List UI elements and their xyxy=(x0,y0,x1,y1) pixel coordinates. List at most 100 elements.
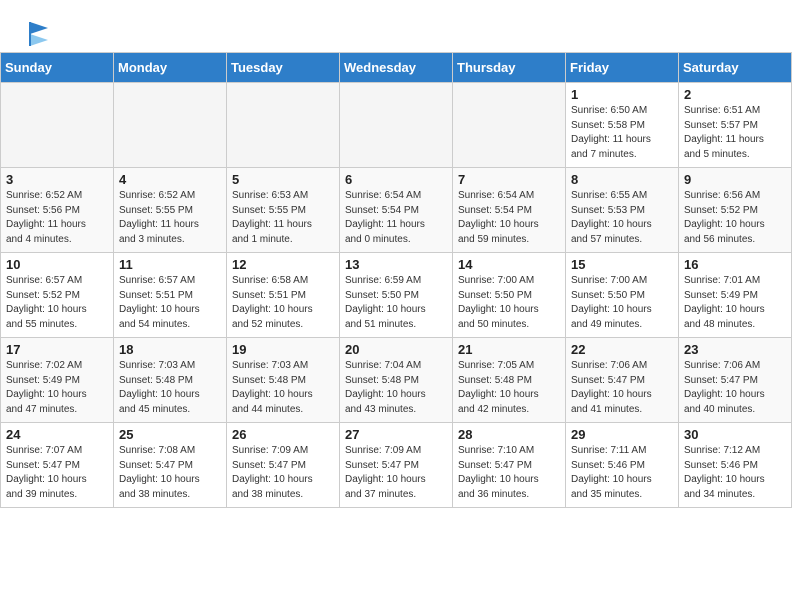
calendar-cell: 18Sunrise: 7:03 AM Sunset: 5:48 PM Dayli… xyxy=(114,338,227,423)
day-info: Sunrise: 7:11 AM Sunset: 5:46 PM Dayligh… xyxy=(571,444,673,502)
weekday-header-thursday: Thursday xyxy=(453,53,566,83)
day-number: 17 xyxy=(6,342,108,357)
calendar-cell: 12 Sunrise: 6:58 AM Sunset: 5:51 PM Dayli… xyxy=(227,253,340,338)
day-info: Sunrise: 7:09 AM Sunset: 5:47 PM Dayligh… xyxy=(232,444,334,502)
day-info: Sunrise: 6:58 AM Sunset: 5:51 PM Dayligh… xyxy=(232,274,334,332)
weekday-header-tuesday: Tuesday xyxy=(227,53,340,83)
day-number: 9 xyxy=(684,172,786,187)
calendar-cell: 27Sunrise: 7:09 AM Sunset: 5:47 PM Dayli… xyxy=(340,423,453,508)
calendar-cell: 8Sunrise: 6:55 AM Sunset: 5:53 PM Daylig… xyxy=(566,168,679,253)
day-number: 22 xyxy=(571,342,673,357)
day-info: Sunrise: 7:08 AM Sunset: 5:47 PM Dayligh… xyxy=(119,444,221,502)
weekday-header-monday: Monday xyxy=(114,53,227,83)
calendar-header: SundayMondayTuesdayWednesdayThursdayFrid… xyxy=(1,53,792,83)
day-number: 6 xyxy=(345,172,447,187)
calendar-cell xyxy=(227,83,340,168)
calendar-week-0: 1 Sunrise: 6:50 AM Sunset: 5:58 PM Daylig… xyxy=(1,83,792,168)
day-number: 30 xyxy=(684,427,786,442)
day-number: 14 xyxy=(458,257,560,272)
calendar-cell xyxy=(1,83,114,168)
calendar-cell: 4 Sunrise: 6:52 AM Sunset: 5:55 PM Daylig… xyxy=(114,168,227,253)
calendar-cell: 13 Sunrise: 6:59 AM Sunset: 5:50 PM Dayli… xyxy=(340,253,453,338)
day-info: Sunrise: 6:59 AM Sunset: 5:50 PM Dayligh… xyxy=(345,274,447,332)
calendar-week-3: 17 Sunrise: 7:02 AM Sunset: 5:49 PM Dayli… xyxy=(1,338,792,423)
day-number: 12 xyxy=(232,257,334,272)
day-number: 24 xyxy=(6,427,108,442)
day-info: Sunrise: 7:05 AM Sunset: 5:48 PM Dayligh… xyxy=(458,359,560,417)
calendar-cell: 16 Sunrise: 7:01 AM Sunset: 5:49 PM Dayli… xyxy=(679,253,792,338)
day-info: Sunrise: 7:01 AM Sunset: 5:49 PM Dayligh… xyxy=(684,274,786,332)
calendar-cell xyxy=(114,83,227,168)
day-number: 16 xyxy=(684,257,786,272)
day-number: 18 xyxy=(119,342,221,357)
day-info: Sunrise: 7:12 AM Sunset: 5:46 PM Dayligh… xyxy=(684,444,786,502)
calendar-cell: 7 Sunrise: 6:54 AM Sunset: 5:54 PM Daylig… xyxy=(453,168,566,253)
calendar-cell: 15 Sunrise: 7:00 AM Sunset: 5:50 PM Dayli… xyxy=(566,253,679,338)
calendar-cell: 21 Sunrise: 7:05 AM Sunset: 5:48 PM Dayli… xyxy=(453,338,566,423)
header xyxy=(0,0,792,52)
logo-flag-icon xyxy=(26,18,54,46)
calendar-cell: 5 Sunrise: 6:53 AM Sunset: 5:55 PM Daylig… xyxy=(227,168,340,253)
calendar-cell: 2Sunrise: 6:51 AM Sunset: 5:57 PM Daylig… xyxy=(679,83,792,168)
calendar-cell: 6 Sunrise: 6:54 AM Sunset: 5:54 PM Daylig… xyxy=(340,168,453,253)
weekday-header-saturday: Saturday xyxy=(679,53,792,83)
day-info: Sunrise: 6:51 AM Sunset: 5:57 PM Dayligh… xyxy=(684,104,786,162)
day-info: Sunrise: 7:06 AM Sunset: 5:47 PM Dayligh… xyxy=(571,359,673,417)
calendar-cell: 29Sunrise: 7:11 AM Sunset: 5:46 PM Dayli… xyxy=(566,423,679,508)
day-info: Sunrise: 7:06 AM Sunset: 5:47 PM Dayligh… xyxy=(684,359,786,417)
day-info: Sunrise: 7:07 AM Sunset: 5:47 PM Dayligh… xyxy=(6,444,108,502)
day-number: 11 xyxy=(119,257,221,272)
day-info: Sunrise: 6:52 AM Sunset: 5:56 PM Dayligh… xyxy=(6,189,108,247)
day-number: 25 xyxy=(119,427,221,442)
calendar-cell: 30 Sunrise: 7:12 AM Sunset: 5:46 PM Dayli… xyxy=(679,423,792,508)
day-number: 7 xyxy=(458,172,560,187)
calendar-cell xyxy=(340,83,453,168)
day-info: Sunrise: 6:54 AM Sunset: 5:54 PM Dayligh… xyxy=(345,189,447,247)
calendar-cell: 3 Sunrise: 6:52 AM Sunset: 5:56 PM Daylig… xyxy=(1,168,114,253)
calendar-cell: 1 Sunrise: 6:50 AM Sunset: 5:58 PM Daylig… xyxy=(566,83,679,168)
calendar-cell: 10 Sunrise: 6:57 AM Sunset: 5:52 PM Dayli… xyxy=(1,253,114,338)
day-info: Sunrise: 7:00 AM Sunset: 5:50 PM Dayligh… xyxy=(458,274,560,332)
day-info: Sunrise: 7:03 AM Sunset: 5:48 PM Dayligh… xyxy=(232,359,334,417)
day-number: 20 xyxy=(345,342,447,357)
day-info: Sunrise: 7:10 AM Sunset: 5:47 PM Dayligh… xyxy=(458,444,560,502)
calendar-cell: 19 Sunrise: 7:03 AM Sunset: 5:48 PM Dayli… xyxy=(227,338,340,423)
day-number: 5 xyxy=(232,172,334,187)
calendar-cell: 25 Sunrise: 7:08 AM Sunset: 5:47 PM Dayli… xyxy=(114,423,227,508)
day-number: 19 xyxy=(232,342,334,357)
day-info: Sunrise: 6:53 AM Sunset: 5:55 PM Dayligh… xyxy=(232,189,334,247)
calendar: SundayMondayTuesdayWednesdayThursdayFrid… xyxy=(0,52,792,508)
calendar-cell: 14 Sunrise: 7:00 AM Sunset: 5:50 PM Dayli… xyxy=(453,253,566,338)
day-info: Sunrise: 6:54 AM Sunset: 5:54 PM Dayligh… xyxy=(458,189,560,247)
day-info: Sunrise: 6:50 AM Sunset: 5:58 PM Dayligh… xyxy=(571,104,673,162)
day-info: Sunrise: 6:52 AM Sunset: 5:55 PM Dayligh… xyxy=(119,189,221,247)
calendar-cell: 11Sunrise: 6:57 AM Sunset: 5:51 PM Dayli… xyxy=(114,253,227,338)
day-number: 23 xyxy=(684,342,786,357)
calendar-week-4: 24 Sunrise: 7:07 AM Sunset: 5:47 PM Dayli… xyxy=(1,423,792,508)
day-number: 26 xyxy=(232,427,334,442)
day-info: Sunrise: 7:09 AM Sunset: 5:47 PM Dayligh… xyxy=(345,444,447,502)
calendar-cell: 17 Sunrise: 7:02 AM Sunset: 5:49 PM Dayli… xyxy=(1,338,114,423)
day-info: Sunrise: 7:00 AM Sunset: 5:50 PM Dayligh… xyxy=(571,274,673,332)
calendar-body: 1 Sunrise: 6:50 AM Sunset: 5:58 PM Daylig… xyxy=(1,83,792,508)
day-number: 15 xyxy=(571,257,673,272)
calendar-week-2: 10 Sunrise: 6:57 AM Sunset: 5:52 PM Dayli… xyxy=(1,253,792,338)
logo-general xyxy=(24,18,54,46)
day-number: 10 xyxy=(6,257,108,272)
day-info: Sunrise: 6:57 AM Sunset: 5:52 PM Dayligh… xyxy=(6,274,108,332)
weekday-header-friday: Friday xyxy=(566,53,679,83)
day-number: 3 xyxy=(6,172,108,187)
calendar-cell: 26 Sunrise: 7:09 AM Sunset: 5:47 PM Dayli… xyxy=(227,423,340,508)
calendar-week-1: 3 Sunrise: 6:52 AM Sunset: 5:56 PM Daylig… xyxy=(1,168,792,253)
day-number: 21 xyxy=(458,342,560,357)
calendar-cell: 9Sunrise: 6:56 AM Sunset: 5:52 PM Daylig… xyxy=(679,168,792,253)
calendar-cell: 22 Sunrise: 7:06 AM Sunset: 5:47 PM Dayli… xyxy=(566,338,679,423)
day-info: Sunrise: 7:02 AM Sunset: 5:49 PM Dayligh… xyxy=(6,359,108,417)
day-number: 1 xyxy=(571,87,673,102)
day-number: 4 xyxy=(119,172,221,187)
calendar-cell: 28Sunrise: 7:10 AM Sunset: 5:47 PM Dayli… xyxy=(453,423,566,508)
day-info: Sunrise: 7:04 AM Sunset: 5:48 PM Dayligh… xyxy=(345,359,447,417)
day-number: 13 xyxy=(345,257,447,272)
calendar-cell xyxy=(453,83,566,168)
calendar-cell: 20 Sunrise: 7:04 AM Sunset: 5:48 PM Dayli… xyxy=(340,338,453,423)
